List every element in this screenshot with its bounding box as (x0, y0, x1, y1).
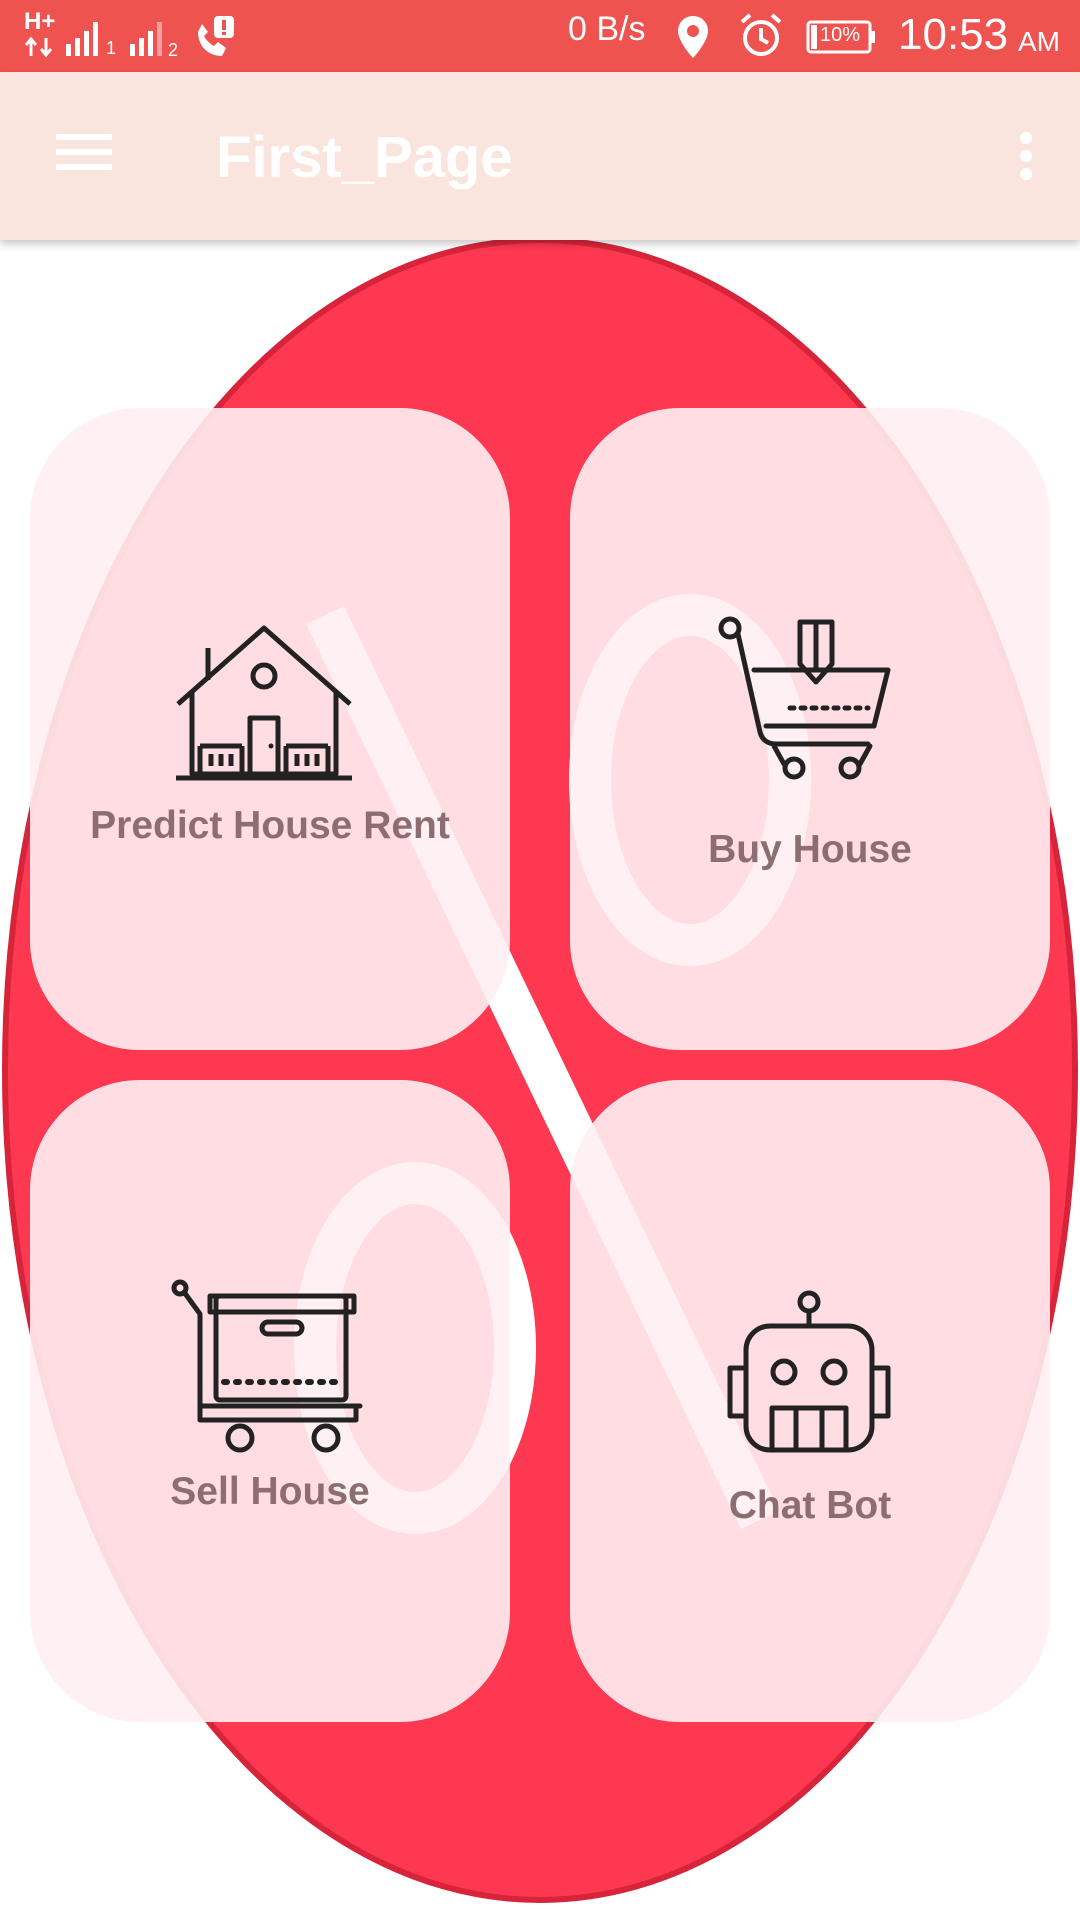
battery-percent: 10% (820, 24, 861, 46)
tile-label-predict-house-rent: Predict House Rent (90, 804, 450, 847)
house-icon (176, 625, 352, 781)
sim1-label: 1 (106, 38, 117, 58)
page-title: First_Page (216, 125, 513, 190)
buy-house-button[interactable]: Buy House (570, 408, 1050, 1050)
overflow-menu-icon[interactable] (990, 116, 1060, 196)
network-type-label: H+ (24, 8, 56, 35)
network-speed: 0 B/s (568, 10, 646, 48)
chat-bot-button[interactable]: Chat Bot (570, 1080, 1050, 1722)
data-arrows-icon (24, 36, 53, 58)
screen: H+ 1 2 0 B/s 10% 10:53 AM First_Page Pre… (0, 0, 1080, 1920)
sim2-label: 2 (168, 40, 179, 60)
robot-icon (727, 1290, 891, 1453)
status-bar: H+ 1 2 0 B/s 10% 10:53 AM (0, 0, 1080, 72)
trolley-box-icon (171, 1279, 363, 1453)
tile-label-sell-house: Sell House (170, 1470, 370, 1513)
location-icon (678, 16, 708, 58)
cart-download-icon (718, 616, 891, 780)
tile-label-buy-house: Buy House (708, 828, 912, 871)
clock-time: 10:53 (898, 10, 1009, 59)
predict-house-rent-button[interactable]: Predict House Rent (30, 408, 510, 1050)
hamburger-menu-icon[interactable] (40, 112, 130, 192)
sell-house-button[interactable]: Sell House (30, 1080, 510, 1722)
alarm-icon (740, 13, 782, 56)
call-alert-icon (198, 16, 234, 56)
clock-ampm: AM (1018, 26, 1060, 57)
tile-label-chat-bot: Chat Bot (728, 1484, 892, 1527)
app-bar: First_Page (0, 72, 1080, 240)
